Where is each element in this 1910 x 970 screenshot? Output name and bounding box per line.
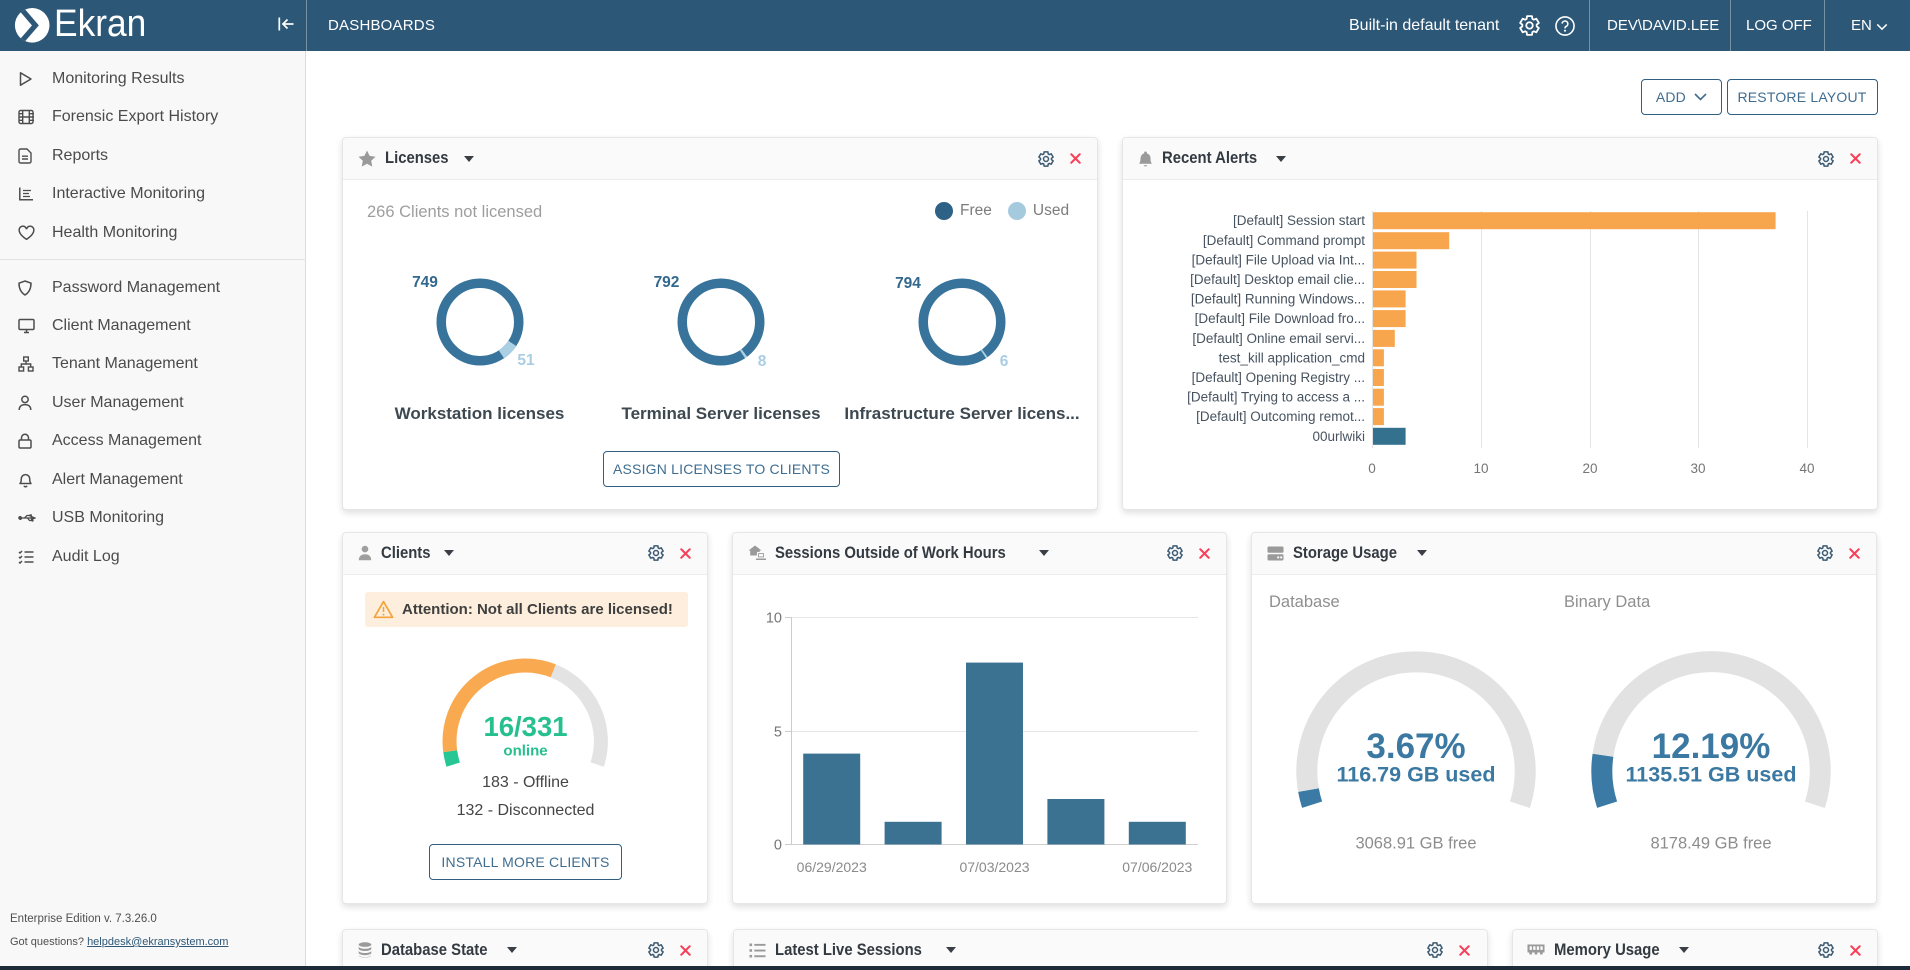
svg-text:00urlwiki: 00urlwiki xyxy=(1312,429,1365,444)
svg-text:5: 5 xyxy=(774,724,782,740)
svg-text:[Default] Outcoming remot...: [Default] Outcoming remot... xyxy=(1196,409,1365,424)
svg-text:06/29/2023: 06/29/2023 xyxy=(797,859,867,875)
svg-text:[Default] Desktop email clie..: [Default] Desktop email clie... xyxy=(1190,272,1365,287)
svg-text:20: 20 xyxy=(1582,461,1597,476)
svg-text:10: 10 xyxy=(1473,461,1488,476)
svg-text:[Default] Command prompt: [Default] Command prompt xyxy=(1203,233,1365,248)
svg-text:[Default] File Upload via Int.: [Default] File Upload via Int... xyxy=(1192,253,1365,268)
svg-text:[Default] Trying to access a .: [Default] Trying to access a ... xyxy=(1187,390,1365,405)
svg-text:[Default] Opening Registry ...: [Default] Opening Registry ... xyxy=(1192,370,1365,385)
svg-text:[Default] Session start: [Default] Session start xyxy=(1233,213,1365,228)
svg-text:[Default] Online email servi..: [Default] Online email servi... xyxy=(1192,331,1365,346)
svg-text:0: 0 xyxy=(774,837,782,853)
svg-text:0: 0 xyxy=(1368,461,1376,476)
svg-text:40: 40 xyxy=(1799,461,1814,476)
svg-text:30: 30 xyxy=(1690,461,1705,476)
svg-text:07/03/2023: 07/03/2023 xyxy=(959,859,1029,875)
svg-text:[Default] Running Windows...: [Default] Running Windows... xyxy=(1191,291,1365,306)
svg-text:test_kill application_cmd: test_kill application_cmd xyxy=(1219,350,1365,365)
svg-text:10: 10 xyxy=(766,610,782,626)
svg-text:07/06/2023: 07/06/2023 xyxy=(1122,859,1192,875)
svg-text:[Default] File Download fro...: [Default] File Download fro... xyxy=(1195,311,1365,326)
